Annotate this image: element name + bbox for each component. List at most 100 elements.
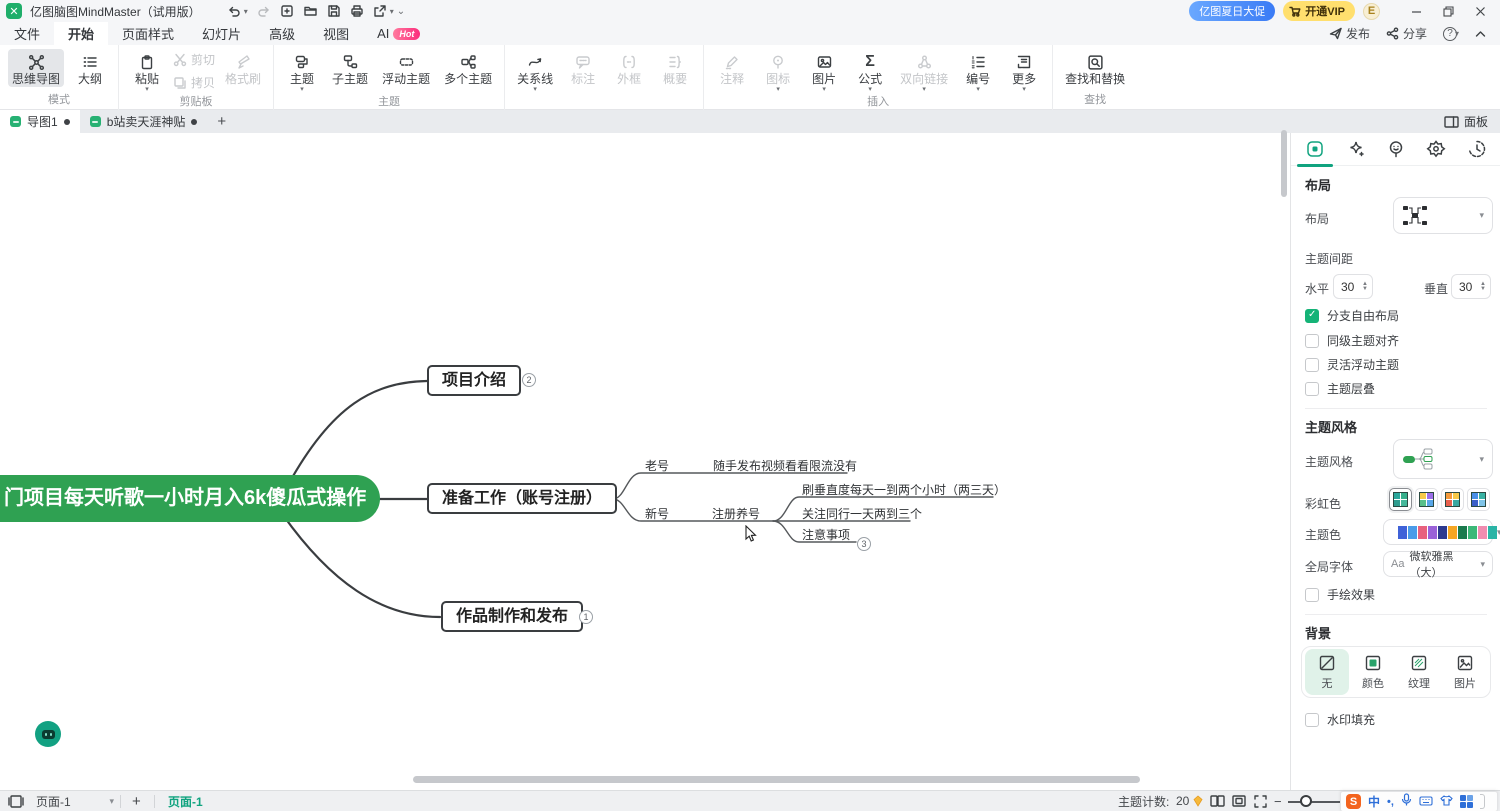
zoom-slider-track[interactable] [1288,801,1346,803]
summary-button[interactable]: 概要 [655,49,695,87]
paste-button[interactable]: 粘贴 ▾ [127,49,167,93]
menu-home[interactable]: 开始 [54,22,108,45]
page-select-dropdown[interactable]: 页面-1▾ [36,791,114,811]
menu-slideshow[interactable]: 幻灯片 [188,22,255,45]
mindmap-canvas[interactable]: 门项目每天听歌一小时月入6k傻瓜式操作 项目介绍 2 准备工作（账号注册） 作品… [0,133,1290,790]
horizontal-scrollbar[interactable] [413,776,1140,783]
vip-button[interactable]: 开通VIP [1283,1,1355,21]
more-insert-button[interactable]: 更多 ▾ [1004,49,1044,93]
formula-button[interactable]: Σ 公式 ▾ [850,49,890,93]
topic-reg-task2[interactable]: 关注同行一天两到三个 [802,505,922,522]
topic-old-account[interactable]: 老号 [645,457,669,474]
cut-button[interactable]: 剪切 [173,51,215,68]
find-replace-button[interactable]: 查找和替换 [1061,49,1129,87]
vertical-scrollbar[interactable] [1281,130,1287,197]
multiple-topics-button[interactable]: 多个主题 [440,49,496,87]
topic-prep[interactable]: 准备工作（账号注册） [427,483,617,514]
print-button[interactable] [350,4,364,18]
topic-reg-task1[interactable]: 刷垂直度每天一到两个小时（两三天） [802,481,1006,498]
ime-logo-icon[interactable]: S [1346,794,1361,809]
theme-style-dropdown[interactable]: ▾ [1393,439,1493,479]
topic-reg-task3[interactable]: 注意事项 [802,526,850,543]
floating-topic-button[interactable]: 浮动主题 [378,49,434,87]
collapse-badge-notes[interactable]: 3 [857,537,871,551]
page-panel-toggle[interactable] [8,791,24,811]
user-avatar[interactable]: E [1363,3,1380,20]
checkbox-free-layout[interactable]: 分支自由布局 [1305,307,1399,324]
bg-option-none[interactable]: 无 [1305,649,1349,695]
doc-tab-1[interactable]: 导图1 [0,110,80,133]
menu-advanced[interactable]: 高级 [255,22,309,45]
checkbox-sibling-align[interactable]: 同级主题对齐 [1305,332,1399,349]
picture-button[interactable]: 图片 ▾ [804,49,844,93]
new-document-button[interactable] [280,4,294,18]
ai-assistant-button[interactable] [35,721,61,747]
tab-layout-style[interactable] [1300,134,1330,164]
theme-color-dropdown[interactable]: ▾ [1383,519,1493,545]
close-button[interactable] [1466,1,1494,21]
bg-option-image[interactable]: 图片 [1443,649,1487,695]
ime-toolbox-icon[interactable] [1460,795,1473,808]
menu-ai[interactable]: AI Hot [363,22,434,45]
fullscreen-button[interactable] [1254,791,1267,811]
export-dropdown-caret[interactable]: ▾ [390,7,394,16]
doc-tab-2[interactable]: b站卖天涯神贴 [80,110,208,133]
topic-new-account[interactable]: 新号 [645,505,669,522]
minimize-button[interactable] [1402,1,1430,21]
ime-punctuation-toggle[interactable]: •, [1387,796,1394,808]
mindmap-mode-button[interactable]: 思维导图 [8,49,64,87]
topic-button[interactable]: 主题 ▾ [282,49,322,93]
panel-toggle-button[interactable]: 面板 [1444,113,1500,130]
format-painter-button[interactable]: 格式刷 [221,49,265,87]
tab-icon-marker[interactable] [1381,134,1411,164]
add-document-tab-button[interactable]: + [207,113,236,130]
horizontal-spacing-input[interactable]: 30 ▲▼ [1333,274,1373,299]
redo-button[interactable] [257,4,271,18]
menu-page-style[interactable]: 页面样式 [108,22,188,45]
promo-badge[interactable]: 亿图夏日大促 [1189,1,1275,21]
ime-skin-icon[interactable] [1440,793,1453,811]
layout-dropdown[interactable]: ▾ [1393,197,1493,234]
menu-view[interactable]: 视图 [309,22,363,45]
boundary-button[interactable]: 外框 [609,49,649,87]
zoom-slider-thumb[interactable] [1300,795,1312,807]
undo-dropdown-caret[interactable]: ▾ [244,7,248,16]
vertical-spacing-input[interactable]: 30 ▲▼ [1451,274,1491,299]
toolbar-more-caret[interactable]: ⌄ [397,6,405,17]
spinner-arrows[interactable]: ▲▼ [1362,282,1372,292]
publish-button[interactable]: 发布 [1329,25,1370,42]
ime-language-toggle[interactable]: 中 [1368,793,1380,810]
rainbow-option-4[interactable] [1467,488,1490,511]
collapse-badge-intro[interactable]: 2 [522,373,536,387]
tab-ai-style[interactable] [1341,134,1371,164]
outline-mode-button[interactable]: 大纲 [70,49,110,87]
topic-intro[interactable]: 项目介绍 [427,365,521,396]
bg-option-color[interactable]: 颜色 [1351,649,1395,695]
collapse-badge-publish[interactable]: 1 [579,610,593,624]
checkbox-handdrawn[interactable]: 手绘效果 [1305,586,1375,603]
page-view-button[interactable] [1210,791,1225,811]
numbering-button[interactable]: 编号 ▾ [958,49,998,93]
link-button[interactable]: 双向链接 ▾ [896,49,952,93]
page-tab-1[interactable]: 页面-1 [168,791,203,811]
bg-option-texture[interactable]: 纹理 [1397,649,1441,695]
checkbox-topic-overlap[interactable]: 主题层叠 [1305,380,1375,397]
spinner-arrows[interactable]: ▲▼ [1480,282,1490,292]
share-button[interactable]: 分享 [1386,25,1427,42]
ime-bar-handle[interactable] [1480,794,1485,809]
tab-history[interactable] [1462,134,1492,164]
open-file-button[interactable] [303,4,318,18]
central-topic[interactable]: 门项目每天听歌一小时月入6k傻瓜式操作 [0,475,380,522]
rainbow-option-1[interactable] [1389,488,1412,511]
topic-register[interactable]: 注册养号 [712,505,760,522]
copy-button[interactable]: 拷贝 [173,74,215,91]
restore-button[interactable] [1434,1,1462,21]
global-font-dropdown[interactable]: Aa 微软雅黑（大） ▾ [1383,551,1493,577]
checkbox-flexible-floating[interactable]: 灵活浮动主题 [1305,356,1399,373]
ime-keyboard-icon[interactable] [1419,793,1433,811]
comment-button[interactable]: 注释 [712,49,752,87]
ime-mic-icon[interactable] [1401,793,1412,811]
fit-page-button[interactable] [1232,791,1246,811]
export-button[interactable] [373,4,387,18]
callout-button[interactable]: 标注 [563,49,603,87]
